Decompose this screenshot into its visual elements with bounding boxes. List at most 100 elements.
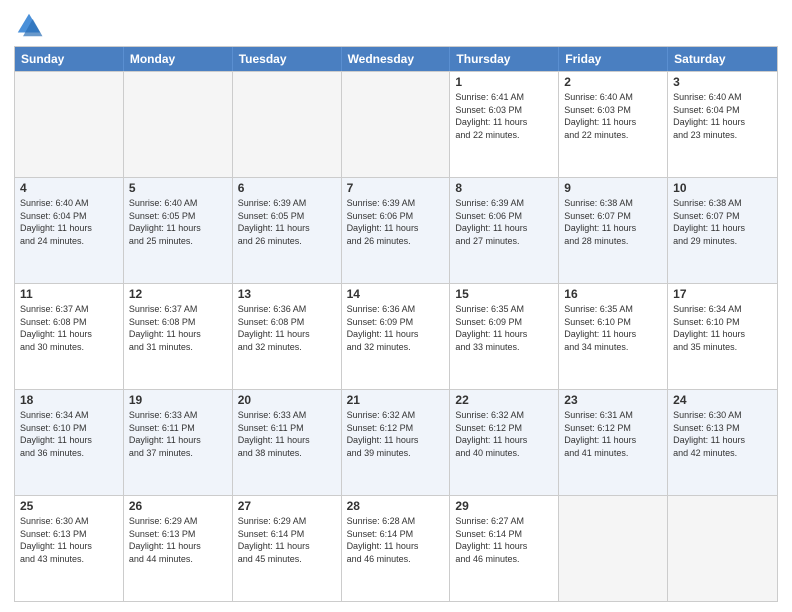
calendar-day-cell: 18 Sunrise: 6:34 AMSunset: 6:10 PMDayligh… — [15, 390, 124, 495]
calendar-day-cell: 1 Sunrise: 6:41 AMSunset: 6:03 PMDaylight… — [450, 72, 559, 177]
day-info: Sunrise: 6:28 AMSunset: 6:14 PMDaylight:… — [347, 515, 445, 565]
calendar-week-row: 18 Sunrise: 6:34 AMSunset: 6:10 PMDayligh… — [15, 389, 777, 495]
calendar-day-cell: 15Sunrise: 6:35 AMSunset: 6:09 PMDayligh… — [450, 284, 559, 389]
calendar-day-cell: 12 Sunrise: 6:37 AMSunset: 6:08 PMDayligh… — [124, 284, 233, 389]
calendar-week-row: 4 Sunrise: 6:40 AMSunset: 6:04 PMDaylight… — [15, 177, 777, 283]
day-number: 8 — [455, 181, 553, 195]
day-info: Sunrise: 6:36 AMSunset: 6:08 PMDaylight:… — [238, 303, 336, 353]
calendar: SundayMondayTuesdayWednesdayThursdayFrid… — [14, 46, 778, 602]
logo — [14, 10, 48, 40]
day-info: Sunrise: 6:37 AMSunset: 6:08 PMDaylight:… — [20, 303, 118, 353]
calendar-header: SundayMondayTuesdayWednesdayThursdayFrid… — [15, 47, 777, 71]
day-number: 24 — [673, 393, 772, 407]
calendar-day-cell: 19 Sunrise: 6:33 AMSunset: 6:11 PMDayligh… — [124, 390, 233, 495]
day-number: 18 — [20, 393, 118, 407]
day-info: Sunrise: 6:40 AMSunset: 6:04 PMDaylight:… — [20, 197, 118, 247]
day-number: 2 — [564, 75, 662, 89]
calendar-day-cell: 22 Sunrise: 6:32 AMSunset: 6:12 PMDayligh… — [450, 390, 559, 495]
day-number: 4 — [20, 181, 118, 195]
day-info: Sunrise: 6:30 AMSunset: 6:13 PMDaylight:… — [20, 515, 118, 565]
calendar-day-cell: 14 Sunrise: 6:36 AMSunset: 6:09 PMDayligh… — [342, 284, 451, 389]
header — [14, 10, 778, 40]
calendar-empty-cell — [668, 496, 777, 601]
day-number: 28 — [347, 499, 445, 513]
calendar-day-cell: 3 Sunrise: 6:40 AMSunset: 6:04 PMDaylight… — [668, 72, 777, 177]
day-number: 19 — [129, 393, 227, 407]
day-number: 10 — [673, 181, 772, 195]
calendar-day-cell: 28 Sunrise: 6:28 AMSunset: 6:14 PMDayligh… — [342, 496, 451, 601]
day-info: Sunrise: 6:31 AMSunset: 6:12 PMDaylight:… — [564, 409, 662, 459]
day-number: 26 — [129, 499, 227, 513]
calendar-empty-cell — [342, 72, 451, 177]
day-info: Sunrise: 6:34 AMSunset: 6:10 PMDaylight:… — [673, 303, 772, 353]
calendar-body: 1 Sunrise: 6:41 AMSunset: 6:03 PMDaylight… — [15, 71, 777, 601]
calendar-day-cell: 29 Sunrise: 6:27 AMSunset: 6:14 PMDayligh… — [450, 496, 559, 601]
day-number: 25 — [20, 499, 118, 513]
calendar-day-cell: 17 Sunrise: 6:34 AMSunset: 6:10 PMDayligh… — [668, 284, 777, 389]
day-info: Sunrise: 6:40 AMSunset: 6:04 PMDaylight:… — [673, 91, 772, 141]
day-number: 3 — [673, 75, 772, 89]
day-info: Sunrise: 6:32 AMSunset: 6:12 PMDaylight:… — [455, 409, 553, 459]
calendar-empty-cell — [559, 496, 668, 601]
day-number: 12 — [129, 287, 227, 301]
day-number: 16 — [564, 287, 662, 301]
day-info: Sunrise: 6:35 AMSunset: 6:09 PMDaylight:… — [455, 303, 553, 353]
day-number: 21 — [347, 393, 445, 407]
day-number: 23 — [564, 393, 662, 407]
day-info: Sunrise: 6:36 AMSunset: 6:09 PMDaylight:… — [347, 303, 445, 353]
calendar-day-cell: 23 Sunrise: 6:31 AMSunset: 6:12 PMDayligh… — [559, 390, 668, 495]
calendar-day-cell: 11 Sunrise: 6:37 AMSunset: 6:08 PMDayligh… — [15, 284, 124, 389]
day-info: Sunrise: 6:34 AMSunset: 6:10 PMDaylight:… — [20, 409, 118, 459]
day-number: 13 — [238, 287, 336, 301]
day-info: Sunrise: 6:33 AMSunset: 6:11 PMDaylight:… — [238, 409, 336, 459]
day-info: Sunrise: 6:39 AMSunset: 6:06 PMDaylight:… — [347, 197, 445, 247]
day-info: Sunrise: 6:32 AMSunset: 6:12 PMDaylight:… — [347, 409, 445, 459]
weekday-header: Tuesday — [233, 47, 342, 71]
calendar-week-row: 25 Sunrise: 6:30 AMSunset: 6:13 PMDayligh… — [15, 495, 777, 601]
calendar-day-cell: 26 Sunrise: 6:29 AMSunset: 6:13 PMDayligh… — [124, 496, 233, 601]
weekday-header: Sunday — [15, 47, 124, 71]
day-info: Sunrise: 6:37 AMSunset: 6:08 PMDaylight:… — [129, 303, 227, 353]
day-info: Sunrise: 6:39 AMSunset: 6:05 PMDaylight:… — [238, 197, 336, 247]
day-number: 9 — [564, 181, 662, 195]
page: SundayMondayTuesdayWednesdayThursdayFrid… — [0, 0, 792, 612]
day-number: 11 — [20, 287, 118, 301]
calendar-empty-cell — [233, 72, 342, 177]
calendar-day-cell: 7 Sunrise: 6:39 AMSunset: 6:06 PMDaylight… — [342, 178, 451, 283]
calendar-week-row: 1 Sunrise: 6:41 AMSunset: 6:03 PMDaylight… — [15, 71, 777, 177]
weekday-header: Monday — [124, 47, 233, 71]
day-info: Sunrise: 6:27 AMSunset: 6:14 PMDaylight:… — [455, 515, 553, 565]
day-number: 22 — [455, 393, 553, 407]
calendar-day-cell: 9Sunrise: 6:38 AMSunset: 6:07 PMDaylight… — [559, 178, 668, 283]
calendar-day-cell: 8Sunrise: 6:39 AMSunset: 6:06 PMDaylight… — [450, 178, 559, 283]
calendar-day-cell: 10Sunrise: 6:38 AMSunset: 6:07 PMDayligh… — [668, 178, 777, 283]
day-info: Sunrise: 6:29 AMSunset: 6:13 PMDaylight:… — [129, 515, 227, 565]
day-number: 14 — [347, 287, 445, 301]
calendar-day-cell: 27Sunrise: 6:29 AMSunset: 6:14 PMDayligh… — [233, 496, 342, 601]
weekday-header: Friday — [559, 47, 668, 71]
calendar-day-cell: 4 Sunrise: 6:40 AMSunset: 6:04 PMDaylight… — [15, 178, 124, 283]
calendar-day-cell: 13 Sunrise: 6:36 AMSunset: 6:08 PMDayligh… — [233, 284, 342, 389]
calendar-day-cell: 16 Sunrise: 6:35 AMSunset: 6:10 PMDayligh… — [559, 284, 668, 389]
day-number: 29 — [455, 499, 553, 513]
calendar-week-row: 11 Sunrise: 6:37 AMSunset: 6:08 PMDayligh… — [15, 283, 777, 389]
weekday-header: Wednesday — [342, 47, 451, 71]
day-info: Sunrise: 6:40 AMSunset: 6:03 PMDaylight:… — [564, 91, 662, 141]
calendar-day-cell: 2 Sunrise: 6:40 AMSunset: 6:03 PMDaylight… — [559, 72, 668, 177]
day-number: 27 — [238, 499, 336, 513]
calendar-empty-cell — [124, 72, 233, 177]
day-info: Sunrise: 6:41 AMSunset: 6:03 PMDaylight:… — [455, 91, 553, 141]
calendar-day-cell: 24 Sunrise: 6:30 AMSunset: 6:13 PMDayligh… — [668, 390, 777, 495]
weekday-header: Thursday — [450, 47, 559, 71]
day-info: Sunrise: 6:30 AMSunset: 6:13 PMDaylight:… — [673, 409, 772, 459]
day-number: 7 — [347, 181, 445, 195]
day-number: 1 — [455, 75, 553, 89]
calendar-day-cell: 25 Sunrise: 6:30 AMSunset: 6:13 PMDayligh… — [15, 496, 124, 601]
day-number: 17 — [673, 287, 772, 301]
day-info: Sunrise: 6:33 AMSunset: 6:11 PMDaylight:… — [129, 409, 227, 459]
day-number: 20 — [238, 393, 336, 407]
calendar-day-cell: 20 Sunrise: 6:33 AMSunset: 6:11 PMDayligh… — [233, 390, 342, 495]
calendar-day-cell: 21 Sunrise: 6:32 AMSunset: 6:12 PMDayligh… — [342, 390, 451, 495]
calendar-day-cell: 5Sunrise: 6:40 AMSunset: 6:05 PMDaylight… — [124, 178, 233, 283]
day-info: Sunrise: 6:35 AMSunset: 6:10 PMDaylight:… — [564, 303, 662, 353]
